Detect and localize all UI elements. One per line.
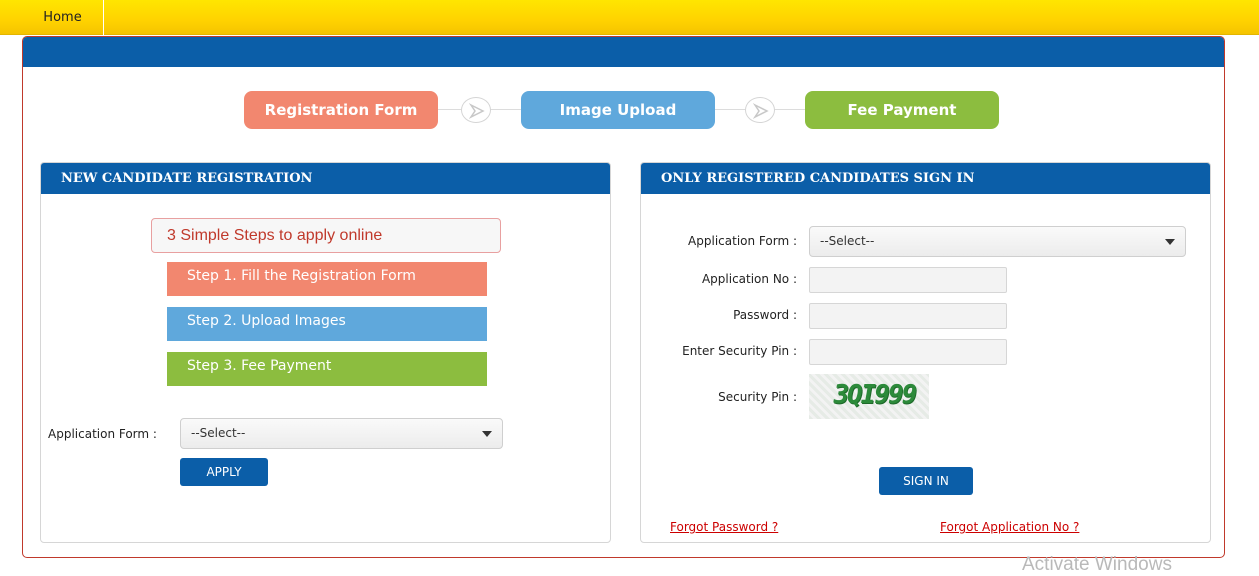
password-input[interactable]	[809, 303, 1007, 329]
progress-step-image-upload: Image Upload	[521, 91, 715, 129]
step-1-bar: Step 1. Fill the Registration Form	[167, 262, 487, 296]
select-value: --Select--	[191, 426, 246, 440]
forgot-password-link[interactable]: Forgot Password ?	[670, 520, 778, 534]
steps-title: 3 Simple Steps to apply online	[151, 218, 501, 253]
security-pin-input[interactable]	[809, 339, 1007, 365]
select-value: --Select--	[820, 234, 875, 248]
main-panel: Registration Form Image Upload Fee Payme…	[22, 36, 1225, 558]
chevron-right-icon	[745, 97, 775, 123]
apply-button[interactable]: APPLY	[180, 458, 268, 486]
new-registration-header: NEW CANDIDATE REGISTRATION	[41, 163, 610, 194]
signin-application-form-select[interactable]: --Select--	[809, 226, 1186, 257]
step-3-bar: Step 3. Fee Payment	[167, 352, 487, 386]
main-panel-header	[23, 37, 1224, 67]
progress-step-fee-payment: Fee Payment	[805, 91, 999, 129]
application-no-label: Application No :	[701, 272, 797, 286]
progress-step-registration-form: Registration Form	[244, 91, 438, 129]
step-2-bar: Step 2. Upload Images	[167, 307, 487, 341]
caret-down-icon	[1165, 239, 1175, 245]
application-form-label: Application Form :	[48, 427, 157, 441]
sign-in-header: ONLY REGISTERED CANDIDATES SIGN IN	[641, 163, 1210, 194]
nav-home-link[interactable]: Home	[22, 0, 104, 35]
security-pin-label: Security Pin :	[718, 390, 797, 404]
top-nav-bar: Home	[0, 0, 1259, 35]
application-no-input[interactable]	[809, 267, 1007, 293]
application-form-select[interactable]: --Select--	[180, 418, 503, 449]
new-registration-panel: NEW CANDIDATE REGISTRATION 3 Simple Step…	[40, 162, 611, 543]
signin-application-form-label: Application Form :	[688, 234, 797, 248]
captcha-image: 3QI999	[809, 374, 929, 419]
sign-in-button[interactable]: SIGN IN	[879, 467, 973, 495]
chevron-right-icon	[461, 97, 491, 123]
caret-down-icon	[482, 431, 492, 437]
password-label: Password :	[733, 308, 797, 322]
sign-in-panel: ONLY REGISTERED CANDIDATES SIGN IN Appli…	[640, 162, 1211, 543]
enter-security-pin-label: Enter Security Pin :	[682, 344, 797, 358]
captcha-text: 3QI999	[830, 380, 918, 410]
activate-windows-watermark: Activate Windows	[1022, 554, 1172, 575]
forgot-application-no-link[interactable]: Forgot Application No ?	[940, 520, 1079, 534]
